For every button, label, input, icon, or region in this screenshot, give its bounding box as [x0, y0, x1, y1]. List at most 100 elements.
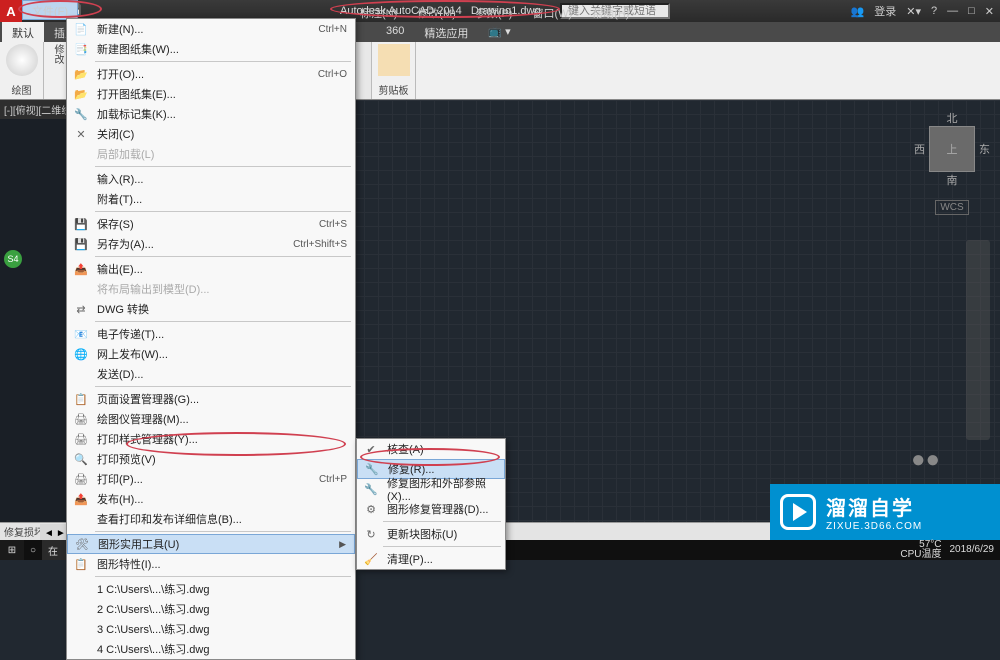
menu-item-label: 打开图纸集(E)...: [91, 86, 347, 102]
menu-window[interactable]: 窗口(W): [522, 2, 582, 24]
cortana-icon[interactable]: ○: [24, 540, 42, 560]
file-menu-item[interactable]: 🔧 加载标记集(K)...: [67, 104, 355, 124]
submenu-item[interactable]: ⚙ 图形修复管理器(D)...: [357, 499, 505, 519]
menu-item-label: DWG 转换: [91, 301, 347, 317]
menu-param[interactable]: 参数(P): [466, 2, 523, 24]
viewcube-south: 南: [947, 172, 958, 188]
clock[interactable]: 2018/6/29: [950, 545, 995, 555]
menu-item-icon: 📑: [71, 41, 91, 57]
menu-item-icon: 🛠: [72, 536, 92, 552]
menu-item-icon: 📋: [71, 556, 91, 572]
file-menu-item[interactable]: 🛠 图形实用工具(U) ▶: [67, 534, 355, 554]
menu-annotate[interactable]: 标注(N): [350, 2, 407, 24]
file-menu-item[interactable]: 📄 新建(N)... Ctrl+N: [67, 19, 355, 39]
panel-draw: 绘图: [0, 42, 44, 99]
menu-item-icon: 📧: [71, 326, 91, 342]
menu-item-icon: [71, 281, 91, 297]
tab-arrow-right-icon[interactable]: ►: [56, 528, 66, 539]
menu-item-icon: [71, 601, 91, 617]
menu-item-label: 加载标记集(K)...: [91, 106, 347, 122]
maximize-icon[interactable]: □: [968, 5, 975, 17]
submenu-item[interactable]: ✔ 核查(A): [357, 439, 505, 459]
file-menu-item[interactable]: 📤 发布(H)...: [67, 489, 355, 509]
menu-item-label: 发布(H)...: [91, 491, 347, 507]
menu-item-shortcut: Ctrl+O: [318, 69, 347, 80]
file-menu-item[interactable]: 📋 页面设置管理器(G)...: [67, 389, 355, 409]
file-menu-item[interactable]: 2 C:\Users\...\练习.dwg: [67, 599, 355, 619]
file-menu-item[interactable]: 🖨 绘图仪管理器(M)...: [67, 409, 355, 429]
login-button[interactable]: 登录: [874, 3, 896, 19]
menu-modify[interactable]: 修改(M): [407, 2, 466, 24]
app-logo[interactable]: A: [0, 0, 22, 22]
tab-extra-icon[interactable]: 📺 ▾: [478, 22, 520, 42]
menu-item-icon: 🌐: [71, 346, 91, 362]
file-menu-item[interactable]: 1 C:\Users\...\练习.dwg: [67, 579, 355, 599]
submenu-item-label: 更新块图标(U): [381, 526, 497, 542]
file-menu-item[interactable]: 发送(D)...: [67, 364, 355, 384]
file-menu-item[interactable]: 输入(R)...: [67, 169, 355, 189]
file-menu-item[interactable]: 🌐 网上发布(W)...: [67, 344, 355, 364]
paste-icon[interactable]: [378, 44, 410, 76]
menu-item-icon: 💾: [71, 216, 91, 232]
panel-clipboard: 剪贴板: [372, 42, 416, 99]
brand-name-en: ZIXUE.3D66.COM: [826, 521, 922, 532]
file-menu-item[interactable]: 📋 图形特性(I)...: [67, 554, 355, 574]
nav-bar[interactable]: [966, 240, 990, 440]
menu-file[interactable]: 文件(F): [22, 0, 78, 20]
menu-item-label: 绘图仪管理器(M)...: [91, 411, 347, 427]
wcs-label[interactable]: WCS: [935, 200, 968, 215]
file-menu-item[interactable]: 将布局输出到模型(D)...: [67, 279, 355, 299]
tab-default[interactable]: 默认: [2, 22, 44, 42]
menu-item-label: 查看打印和发布详细信息(B)...: [91, 511, 347, 527]
file-menu-item[interactable]: 💾 另存为(A)... Ctrl+Shift+S: [67, 234, 355, 254]
system-tray: 57°C CPU温度 2018/6/29: [900, 540, 1000, 560]
tab-arrow-left-icon[interactable]: ◄: [44, 528, 54, 539]
file-menu-item[interactable]: 💾 保存(S) Ctrl+S: [67, 214, 355, 234]
left-dock: S4: [0, 100, 70, 530]
menu-help[interactable]: 帮助(H): [582, 2, 639, 24]
file-menu-item[interactable]: 🖨 打印(P)... Ctrl+P: [67, 469, 355, 489]
menu-item-icon: 📤: [71, 491, 91, 507]
close-icon[interactable]: ✕: [985, 5, 994, 18]
submenu-item-icon: 🔧: [362, 461, 382, 477]
viewcube[interactable]: 上: [929, 126, 975, 172]
file-menu-item[interactable]: 🔍 打印预览(V): [67, 449, 355, 469]
file-menu-item[interactable]: ✕ 关闭(C): [67, 124, 355, 144]
file-menu-item[interactable]: 局部加载(L): [67, 144, 355, 164]
start-button[interactable]: ⊞: [0, 540, 24, 560]
line-tool-icon[interactable]: [6, 44, 38, 76]
help-icon[interactable]: ?: [931, 5, 937, 17]
tab-360[interactable]: 360: [376, 22, 414, 42]
menu-item-icon: 🖨: [71, 431, 91, 447]
file-menu-item[interactable]: 📂 打开(O)... Ctrl+O: [67, 64, 355, 84]
file-menu-item[interactable]: 📑 新建图纸集(W)...: [67, 39, 355, 59]
submenu-item-label: 图形修复管理器(D)...: [381, 501, 497, 517]
menu-item-label: 新建图纸集(W)...: [91, 41, 347, 57]
file-menu-item[interactable]: 3 C:\Users\...\练习.dwg: [67, 619, 355, 639]
tab-featured[interactable]: 精选应用: [414, 22, 478, 42]
play-icon: [780, 494, 816, 530]
file-menu-item[interactable]: 查看打印和发布详细信息(B)...: [67, 509, 355, 529]
status-badge[interactable]: S4: [4, 250, 22, 268]
nav-dots-icon[interactable]: ●●: [911, 446, 940, 474]
file-menu-item[interactable]: 4 C:\Users\...\练习.dwg: [67, 639, 355, 659]
menu-item-label: 4 C:\Users\...\练习.dwg: [91, 641, 347, 657]
menu-item-label: 打印样式管理器(Y)...: [91, 431, 347, 447]
submenu-item[interactable]: 🧹 清理(P)...: [357, 549, 505, 569]
infocenter-icon[interactable]: 👥: [851, 5, 865, 18]
file-menu-item[interactable]: 📧 电子传递(T)...: [67, 324, 355, 344]
submenu-item[interactable]: ↻ 更新块图标(U): [357, 524, 505, 544]
file-menu-item[interactable]: 附着(T)...: [67, 189, 355, 209]
file-menu-item[interactable]: 📂 打开图纸集(E)...: [67, 84, 355, 104]
file-menu-item[interactable]: 🖨 打印样式管理器(Y)...: [67, 429, 355, 449]
panel-modify-label: 修改: [50, 44, 65, 64]
menu-item-label: 图形特性(I)...: [91, 556, 347, 572]
file-menu-item[interactable]: 📤 输出(E)...: [67, 259, 355, 279]
minimize-icon[interactable]: —: [947, 5, 958, 17]
submenu-item[interactable]: 🔧 修复图形和外部参照(X)...: [357, 479, 505, 499]
submenu-item-icon: ↻: [361, 526, 381, 542]
menu-item-shortcut: Ctrl+N: [318, 24, 347, 35]
file-menu-item[interactable]: ⇄ DWG 转换: [67, 299, 355, 319]
menu-item-icon: [71, 191, 91, 207]
exchange-icon[interactable]: ✕▾: [906, 5, 921, 18]
